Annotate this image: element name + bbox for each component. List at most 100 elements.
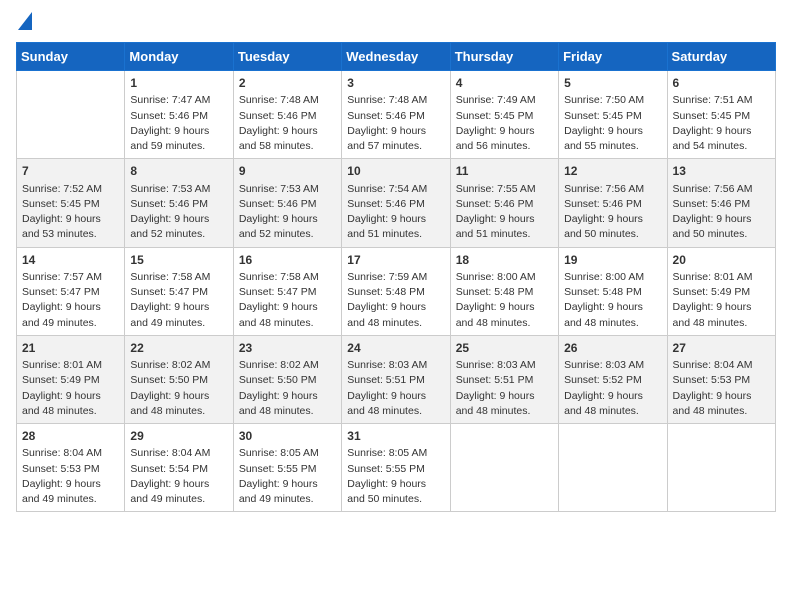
daylight-text-cont: and 48 minutes. <box>130 405 205 417</box>
daylight-text-cont: and 50 minutes. <box>673 228 748 240</box>
day-number: 26 <box>564 340 661 357</box>
sunrise-text: Sunrise: 8:00 AM <box>564 271 644 283</box>
day-number: 9 <box>239 163 336 180</box>
daylight-text: Daylight: 9 hours <box>347 213 426 225</box>
sunset-text: Sunset: 5:46 PM <box>347 198 425 210</box>
daylight-text: Daylight: 9 hours <box>239 125 318 137</box>
daylight-text: Daylight: 9 hours <box>130 213 209 225</box>
sunset-text: Sunset: 5:47 PM <box>22 286 100 298</box>
daylight-text: Daylight: 9 hours <box>239 478 318 490</box>
daylight-text: Daylight: 9 hours <box>130 478 209 490</box>
sunset-text: Sunset: 5:52 PM <box>564 374 642 386</box>
sunset-text: Sunset: 5:46 PM <box>456 198 534 210</box>
calendar-week-row: 7Sunrise: 7:52 AMSunset: 5:45 PMDaylight… <box>17 159 776 247</box>
daylight-text-cont: and 48 minutes. <box>564 405 639 417</box>
day-of-week-header: Saturday <box>667 43 775 71</box>
day-number: 11 <box>456 163 553 180</box>
daylight-text-cont: and 48 minutes. <box>456 317 531 329</box>
day-number: 1 <box>130 75 227 92</box>
calendar-cell: 3Sunrise: 7:48 AMSunset: 5:46 PMDaylight… <box>342 71 450 159</box>
calendar-cell: 22Sunrise: 8:02 AMSunset: 5:50 PMDayligh… <box>125 335 233 423</box>
day-number: 2 <box>239 75 336 92</box>
daylight-text: Daylight: 9 hours <box>22 301 101 313</box>
daylight-text: Daylight: 9 hours <box>347 301 426 313</box>
daylight-text: Daylight: 9 hours <box>564 301 643 313</box>
day-number: 29 <box>130 428 227 445</box>
sunset-text: Sunset: 5:51 PM <box>456 374 534 386</box>
sunrise-text: Sunrise: 7:50 AM <box>564 94 644 106</box>
sunset-text: Sunset: 5:46 PM <box>673 198 751 210</box>
daylight-text-cont: and 48 minutes. <box>456 405 531 417</box>
sunrise-text: Sunrise: 8:00 AM <box>456 271 536 283</box>
daylight-text-cont: and 51 minutes. <box>456 228 531 240</box>
day-number: 25 <box>456 340 553 357</box>
calendar-week-row: 21Sunrise: 8:01 AMSunset: 5:49 PMDayligh… <box>17 335 776 423</box>
calendar-cell: 20Sunrise: 8:01 AMSunset: 5:49 PMDayligh… <box>667 247 775 335</box>
calendar-week-row: 1Sunrise: 7:47 AMSunset: 5:46 PMDaylight… <box>17 71 776 159</box>
daylight-text-cont: and 49 minutes. <box>130 493 205 505</box>
day-number: 28 <box>22 428 119 445</box>
sunset-text: Sunset: 5:51 PM <box>347 374 425 386</box>
daylight-text: Daylight: 9 hours <box>456 213 535 225</box>
daylight-text-cont: and 50 minutes. <box>347 493 422 505</box>
day-number: 22 <box>130 340 227 357</box>
day-number: 7 <box>22 163 119 180</box>
calendar-cell: 9 Sunrise: 7:53 AM Sunset: 5:46 PM Daylight… <box>233 159 341 247</box>
sunrise-text: Sunrise: 7:48 AM <box>239 94 319 106</box>
daylight-text: Daylight: 9 hours <box>347 125 426 137</box>
calendar-cell: 5Sunrise: 7:50 AMSunset: 5:45 PMDaylight… <box>559 71 667 159</box>
calendar-cell: 31Sunrise: 8:05 AMSunset: 5:55 PMDayligh… <box>342 424 450 512</box>
calendar-cell: 25Sunrise: 8:03 AMSunset: 5:51 PMDayligh… <box>450 335 558 423</box>
day-number: 4 <box>456 75 553 92</box>
daylight-text: Daylight: 9 hours <box>673 390 752 402</box>
sunset-text: Sunset: 5:48 PM <box>564 286 642 298</box>
sunset-text: Sunset: 5:47 PM <box>130 286 208 298</box>
daylight-text-cont: and 48 minutes. <box>673 405 748 417</box>
calendar-week-row: 28 Sunrise: 8:04 AM Sunset: 5:53 PM Dayligh… <box>17 424 776 512</box>
daylight-text-cont: and 48 minutes. <box>239 317 314 329</box>
daylight-text: Daylight: 9 hours <box>456 125 535 137</box>
daylight-text-cont: and 53 minutes. <box>22 228 97 240</box>
calendar-cell: 4Sunrise: 7:49 AMSunset: 5:45 PMDaylight… <box>450 71 558 159</box>
sunrise-text: Sunrise: 7:53 AM <box>130 183 210 195</box>
sunset-text: Sunset: 5:46 PM <box>564 198 642 210</box>
day-number: 31 <box>347 428 444 445</box>
sunrise-text: Sunrise: 7:51 AM <box>673 94 753 106</box>
sunset-text: Sunset: 5:48 PM <box>456 286 534 298</box>
calendar-week-row: 14Sunrise: 7:57 AMSunset: 5:47 PMDayligh… <box>17 247 776 335</box>
sunrise-text: Sunrise: 7:53 AM <box>239 183 319 195</box>
sunrise-text: Sunrise: 7:48 AM <box>347 94 427 106</box>
sunset-text: Sunset: 5:53 PM <box>22 463 100 475</box>
day-number: 3 <box>347 75 444 92</box>
daylight-text: Daylight: 9 hours <box>456 390 535 402</box>
calendar-cell <box>559 424 667 512</box>
sunrise-text: Sunrise: 7:56 AM <box>564 183 644 195</box>
daylight-text: Daylight: 9 hours <box>239 213 318 225</box>
day-of-week-header: Monday <box>125 43 233 71</box>
daylight-text-cont: and 59 minutes. <box>130 140 205 152</box>
calendar-cell: 7Sunrise: 7:52 AMSunset: 5:45 PMDaylight… <box>17 159 125 247</box>
calendar-cell: 1Sunrise: 7:47 AMSunset: 5:46 PMDaylight… <box>125 71 233 159</box>
calendar-cell: 17Sunrise: 7:59 AMSunset: 5:48 PMDayligh… <box>342 247 450 335</box>
sunset-text: Sunset: 5:46 PM <box>239 110 317 122</box>
sunrise-text: Sunrise: 8:02 AM <box>130 359 210 371</box>
sunrise-text: Sunrise: 8:02 AM <box>239 359 319 371</box>
sunset-text: Sunset: 5:45 PM <box>564 110 642 122</box>
daylight-text-cont: and 50 minutes. <box>564 228 639 240</box>
sunset-text: Sunset: 5:46 PM <box>239 198 317 210</box>
calendar-cell: 24Sunrise: 8:03 AMSunset: 5:51 PMDayligh… <box>342 335 450 423</box>
sunset-text: Sunset: 5:49 PM <box>22 374 100 386</box>
calendar-cell: 16Sunrise: 7:58 AMSunset: 5:47 PMDayligh… <box>233 247 341 335</box>
page-header <box>16 16 776 30</box>
daylight-text: Daylight: 9 hours <box>673 301 752 313</box>
sunrise-text: Sunrise: 8:04 AM <box>130 447 210 459</box>
calendar-table: SundayMondayTuesdayWednesdayThursdayFrid… <box>16 42 776 512</box>
day-number: 18 <box>456 252 553 269</box>
sunrise-text: Sunrise: 7:54 AM <box>347 183 427 195</box>
calendar-cell: 14Sunrise: 7:57 AMSunset: 5:47 PMDayligh… <box>17 247 125 335</box>
daylight-text-cont: and 48 minutes. <box>22 405 97 417</box>
daylight-text: Daylight: 9 hours <box>22 478 101 490</box>
calendar-cell: 12Sunrise: 7:56 AMSunset: 5:46 PMDayligh… <box>559 159 667 247</box>
day-number: 5 <box>564 75 661 92</box>
calendar-cell: 11Sunrise: 7:55 AMSunset: 5:46 PMDayligh… <box>450 159 558 247</box>
